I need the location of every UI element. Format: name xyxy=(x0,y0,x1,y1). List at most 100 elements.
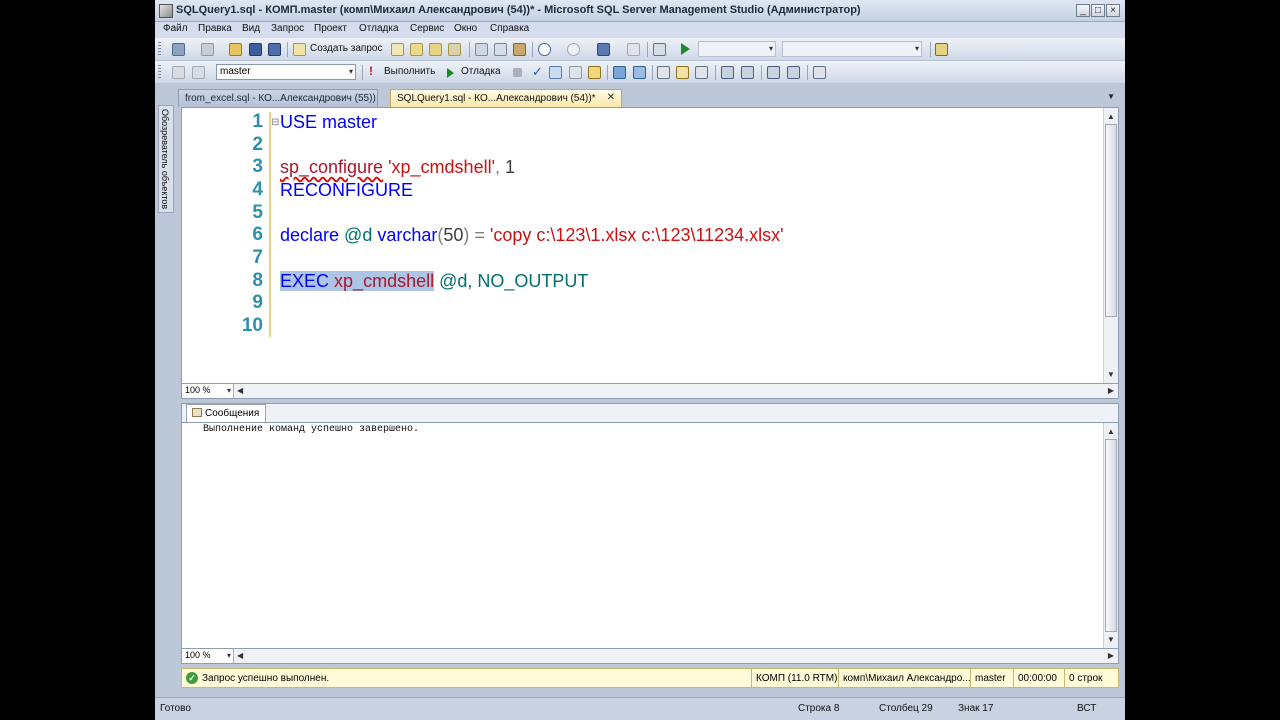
database-combo[interactable]: master ▾ xyxy=(216,64,356,80)
scroll-right-icon[interactable]: ▶ xyxy=(1108,384,1114,398)
xmla-query-icon[interactable] xyxy=(448,43,461,56)
debug-button[interactable]: Отладка xyxy=(461,66,501,77)
tab-messages[interactable]: Сообщения xyxy=(186,404,266,423)
execute-button[interactable]: Выполнить xyxy=(384,66,435,77)
scroll-up-icon[interactable]: ▲ xyxy=(1104,110,1118,123)
menu-window[interactable]: Окно xyxy=(454,23,477,34)
code-line-6: declare @d varchar(50) = 'copy c:\123\1.… xyxy=(280,225,784,245)
line-number: 7 xyxy=(252,247,263,268)
open-file-icon[interactable] xyxy=(229,43,242,56)
mdx-query-icon[interactable] xyxy=(429,43,442,56)
redo-icon[interactable] xyxy=(567,43,580,56)
status-ready: Готово xyxy=(160,703,191,714)
new-query-button[interactable]: Создать запрос xyxy=(310,43,382,54)
results-vertical-scrollbar[interactable]: ▲ ▼ xyxy=(1103,423,1118,648)
scroll-up-icon[interactable]: ▲ xyxy=(1104,425,1118,438)
line-number: 5 xyxy=(252,202,263,223)
collapse-icon[interactable]: ⊟ xyxy=(271,117,279,128)
scroll-left-icon[interactable]: ◀ xyxy=(237,384,243,398)
object-explorer-tab[interactable]: Обозреватель объектов xyxy=(158,105,174,213)
code-line-3: sp_configure 'xp_cmdshell', 1 xyxy=(280,157,516,177)
line-number: 10 xyxy=(241,315,263,336)
menu-file[interactable]: Файл xyxy=(163,23,188,34)
new-item-icon[interactable] xyxy=(201,43,214,56)
intellisense-icon[interactable] xyxy=(588,66,601,79)
scroll-down-icon[interactable]: ▼ xyxy=(1104,633,1118,646)
cut-icon[interactable] xyxy=(475,43,488,56)
navigate-forward-icon[interactable] xyxy=(627,43,640,56)
db-engine-query-icon[interactable] xyxy=(391,43,404,56)
menu-project[interactable]: Проект xyxy=(314,23,347,34)
new-query-icon[interactable] xyxy=(293,43,306,56)
elapsed-time: 00:00:00 xyxy=(1013,669,1064,687)
analysis-query-icon[interactable] xyxy=(410,43,423,56)
results-zoom-bar: 100 % ▾ ◀ ▶ xyxy=(181,649,1119,664)
comment-icon[interactable] xyxy=(721,66,734,79)
query-status-text: Запрос успешно выполнен. xyxy=(202,673,330,684)
solution-config-combo[interactable]: ▾ xyxy=(698,41,776,57)
include-plan-icon[interactable] xyxy=(613,66,626,79)
properties-icon[interactable] xyxy=(935,43,948,56)
display-plan-icon[interactable] xyxy=(549,66,562,79)
connect-icon[interactable] xyxy=(172,66,185,79)
line-number: 8 xyxy=(252,270,263,291)
code-line-4: RECONFIGURE xyxy=(280,180,414,200)
menu-query[interactable]: Запрос xyxy=(271,23,304,34)
result-message: Выполнение команд успешно завершено. xyxy=(203,424,420,435)
save-icon[interactable] xyxy=(249,43,262,56)
execute-icon[interactable]: ! xyxy=(369,64,373,78)
toolbar-grip[interactable] xyxy=(158,65,161,80)
scroll-thumb[interactable] xyxy=(1105,439,1117,632)
line-number: 9 xyxy=(252,292,263,313)
menu-view[interactable]: Вид xyxy=(242,23,260,34)
stop-icon[interactable] xyxy=(513,68,522,77)
client-stats-icon[interactable] xyxy=(633,66,646,79)
menu-tools[interactable]: Сервис xyxy=(410,23,444,34)
parse-icon[interactable]: ✓ xyxy=(532,64,543,80)
results-zoom-combo[interactable]: 100 % ▾ xyxy=(182,649,234,663)
query-editor[interactable]: 1 2 3 4 5 6 7 8 9 10 ⊟ USE master sp_con… xyxy=(181,107,1119,384)
decrease-indent-icon[interactable] xyxy=(767,66,780,79)
new-project-icon[interactable] xyxy=(172,43,185,56)
minimize-button[interactable]: _ xyxy=(1076,4,1090,17)
debug-play-icon[interactable] xyxy=(447,68,454,78)
line-number: 3 xyxy=(252,156,263,177)
scroll-right-icon[interactable]: ▶ xyxy=(1108,649,1114,663)
specify-template-values-icon[interactable] xyxy=(813,66,826,79)
tabs-dropdown-icon[interactable]: ▼ xyxy=(1107,92,1115,101)
results-to-file-icon[interactable] xyxy=(695,66,708,79)
menu-help[interactable]: Справка xyxy=(490,23,529,34)
results-to-text-icon[interactable] xyxy=(657,66,670,79)
tab-from-excel[interactable]: from_excel.sql - КО...Александрович (55)… xyxy=(178,89,378,107)
save-all-icon[interactable] xyxy=(268,43,281,56)
scroll-thumb[interactable] xyxy=(1105,124,1117,317)
uncomment-icon[interactable] xyxy=(741,66,754,79)
editor-vertical-scrollbar[interactable]: ▲ ▼ xyxy=(1103,108,1118,383)
status-line: Строка 8 xyxy=(798,703,840,714)
menu-debug[interactable]: Отладка xyxy=(359,23,399,34)
scroll-left-icon[interactable]: ◀ xyxy=(237,649,243,663)
navigate-back-icon[interactable] xyxy=(597,43,610,56)
editor-zoom-combo[interactable]: 100 % ▾ xyxy=(182,384,234,398)
copy-icon[interactable] xyxy=(494,43,507,56)
undo-icon[interactable] xyxy=(538,43,551,56)
query-designer-icon[interactable] xyxy=(569,66,582,79)
scroll-down-icon[interactable]: ▼ xyxy=(1104,368,1118,381)
menu-edit[interactable]: Правка xyxy=(198,23,232,34)
start-debug-icon[interactable] xyxy=(681,43,690,55)
tab-label: from_excel.sql - КО...Александрович (55)… xyxy=(185,93,376,104)
tab-sqlquery1[interactable]: SQLQuery1.sql - КО...Александрович (54))… xyxy=(390,89,622,107)
increase-indent-icon[interactable] xyxy=(787,66,800,79)
close-icon[interactable]: ✕ xyxy=(607,92,615,103)
paste-icon[interactable] xyxy=(513,43,526,56)
maximize-button[interactable]: □ xyxy=(1091,4,1105,17)
results-to-grid-icon[interactable] xyxy=(676,66,689,79)
registered-servers-icon[interactable] xyxy=(653,43,666,56)
close-button[interactable]: × xyxy=(1106,4,1120,17)
code-line-1: USE master xyxy=(280,112,378,132)
change-connection-icon[interactable] xyxy=(192,66,205,79)
messages-pane[interactable]: Выполнение команд успешно завершено. ▲ ▼ xyxy=(181,422,1119,649)
find-combo[interactable]: ▾ xyxy=(782,41,922,57)
toolbar-grip[interactable] xyxy=(158,42,161,57)
ssms-window: SQLQuery1.sql - КОМП.master (комп\Михаил… xyxy=(155,0,1125,720)
